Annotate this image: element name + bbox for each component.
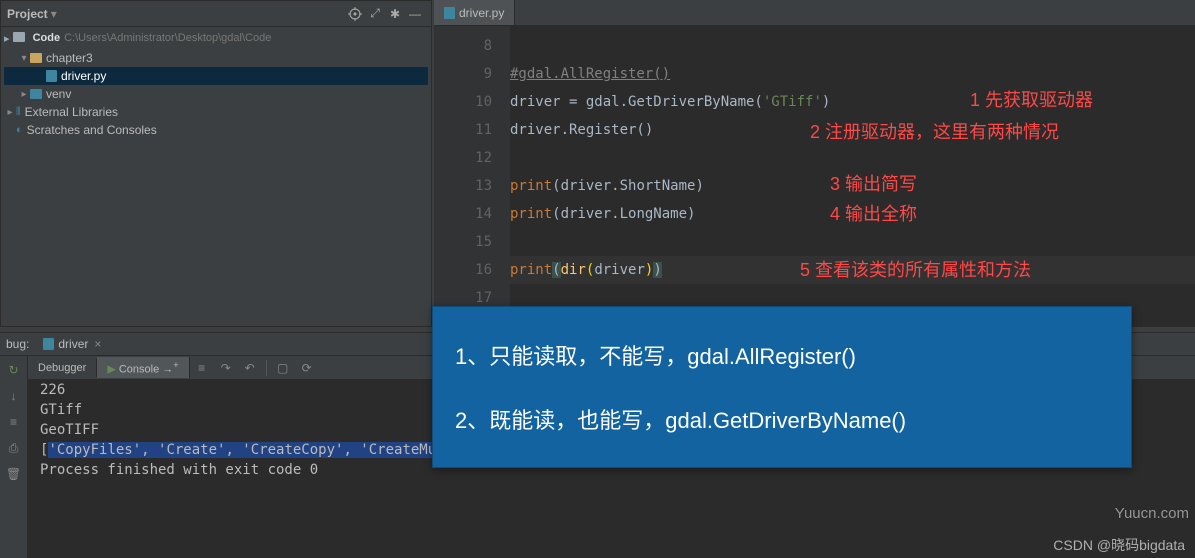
dbg-icon[interactable]: ▢ bbox=[271, 358, 295, 378]
step-out-icon[interactable]: ↶ bbox=[238, 358, 262, 378]
tree-row[interactable]: ◐Scratches and Consoles bbox=[4, 121, 428, 139]
python-file-icon bbox=[444, 7, 455, 19]
editor-tab-label: driver.py bbox=[459, 6, 504, 20]
watermark: Yuucn.com bbox=[1115, 505, 1189, 522]
overlay-line2: 2、既能读，也能写，gdal.GetDriverByName() bbox=[455, 403, 1109, 435]
debug-sidebar: ↻ ↓ ≡ ⎙ 🗑 bbox=[0, 356, 28, 558]
code-body[interactable]: #gdal.AllRegister()driver = gdal.GetDriv… bbox=[510, 26, 1195, 327]
dropdown-icon[interactable]: ▾ bbox=[51, 7, 57, 21]
editor: driver.py 891011121314151617 #gdal.AllRe… bbox=[434, 0, 1195, 327]
tree-row[interactable]: ▸⫴External Libraries bbox=[4, 103, 428, 121]
python-file-icon bbox=[43, 338, 54, 350]
gear-icon[interactable]: ✱ bbox=[385, 4, 405, 24]
dbg-icon[interactable]: ⟳ bbox=[295, 358, 319, 378]
step-into-icon[interactable]: ↷ bbox=[214, 358, 238, 378]
locate-icon[interactable] bbox=[345, 4, 365, 24]
editor-tabs: driver.py bbox=[434, 0, 1195, 26]
project-tree: ▾chapter3driver.py▸venv▸⫴External Librar… bbox=[1, 49, 431, 139]
tab-console[interactable]: ▶ Console →+ bbox=[97, 357, 189, 379]
expand-all-icon[interactable]: ⤢ bbox=[365, 4, 385, 24]
breadcrumb-root: Code bbox=[33, 32, 61, 44]
tree-row[interactable]: ▾chapter3 bbox=[4, 49, 428, 67]
project-header: Project ▾ ⤢ ✱ — bbox=[1, 1, 431, 27]
editor-tab-driver[interactable]: driver.py bbox=[434, 0, 515, 25]
print-icon[interactable]: ⎙ bbox=[3, 438, 25, 458]
tree-row[interactable]: ▸venv bbox=[4, 85, 428, 103]
project-panel: Project ▾ ⤢ ✱ — ▸ Code C:\Users\Administ… bbox=[0, 0, 432, 327]
breadcrumb[interactable]: ▸ Code C:\Users\Administrator\Desktop\gd… bbox=[1, 27, 431, 49]
layout-icon[interactable]: ≡ bbox=[3, 412, 25, 432]
credit: CSDN @晓码bigdata bbox=[1053, 535, 1185, 555]
trash-icon[interactable]: 🗑 bbox=[3, 464, 25, 484]
overlay-note: 1、只能读取，不能写，gdal.AllRegister() 2、既能读，也能写，… bbox=[432, 306, 1132, 468]
run-config-label: driver bbox=[58, 337, 88, 351]
folder-icon: ▸ bbox=[4, 32, 29, 45]
rerun-icon[interactable]: ↻ bbox=[3, 360, 25, 380]
tree-row[interactable]: driver.py bbox=[4, 67, 428, 85]
hide-icon[interactable]: — bbox=[405, 4, 425, 24]
overlay-line1: 1、只能读取，不能写，gdal.AllRegister() bbox=[455, 339, 1109, 371]
breadcrumb-path: C:\Users\Administrator\Desktop\gdal\Code bbox=[64, 32, 271, 44]
project-title: Project bbox=[7, 7, 48, 21]
tab-debugger[interactable]: Debugger bbox=[28, 359, 97, 377]
gutter: 891011121314151617 bbox=[434, 26, 510, 327]
bug-label: bug: bbox=[0, 337, 35, 351]
run-config-tab[interactable]: driver × bbox=[35, 335, 109, 353]
code-area[interactable]: 891011121314151617 #gdal.AllRegister()dr… bbox=[434, 26, 1195, 327]
close-icon[interactable]: × bbox=[94, 337, 101, 351]
step-over-icon[interactable]: ≡ bbox=[190, 358, 214, 378]
stop-icon[interactable]: ↓ bbox=[3, 386, 25, 406]
